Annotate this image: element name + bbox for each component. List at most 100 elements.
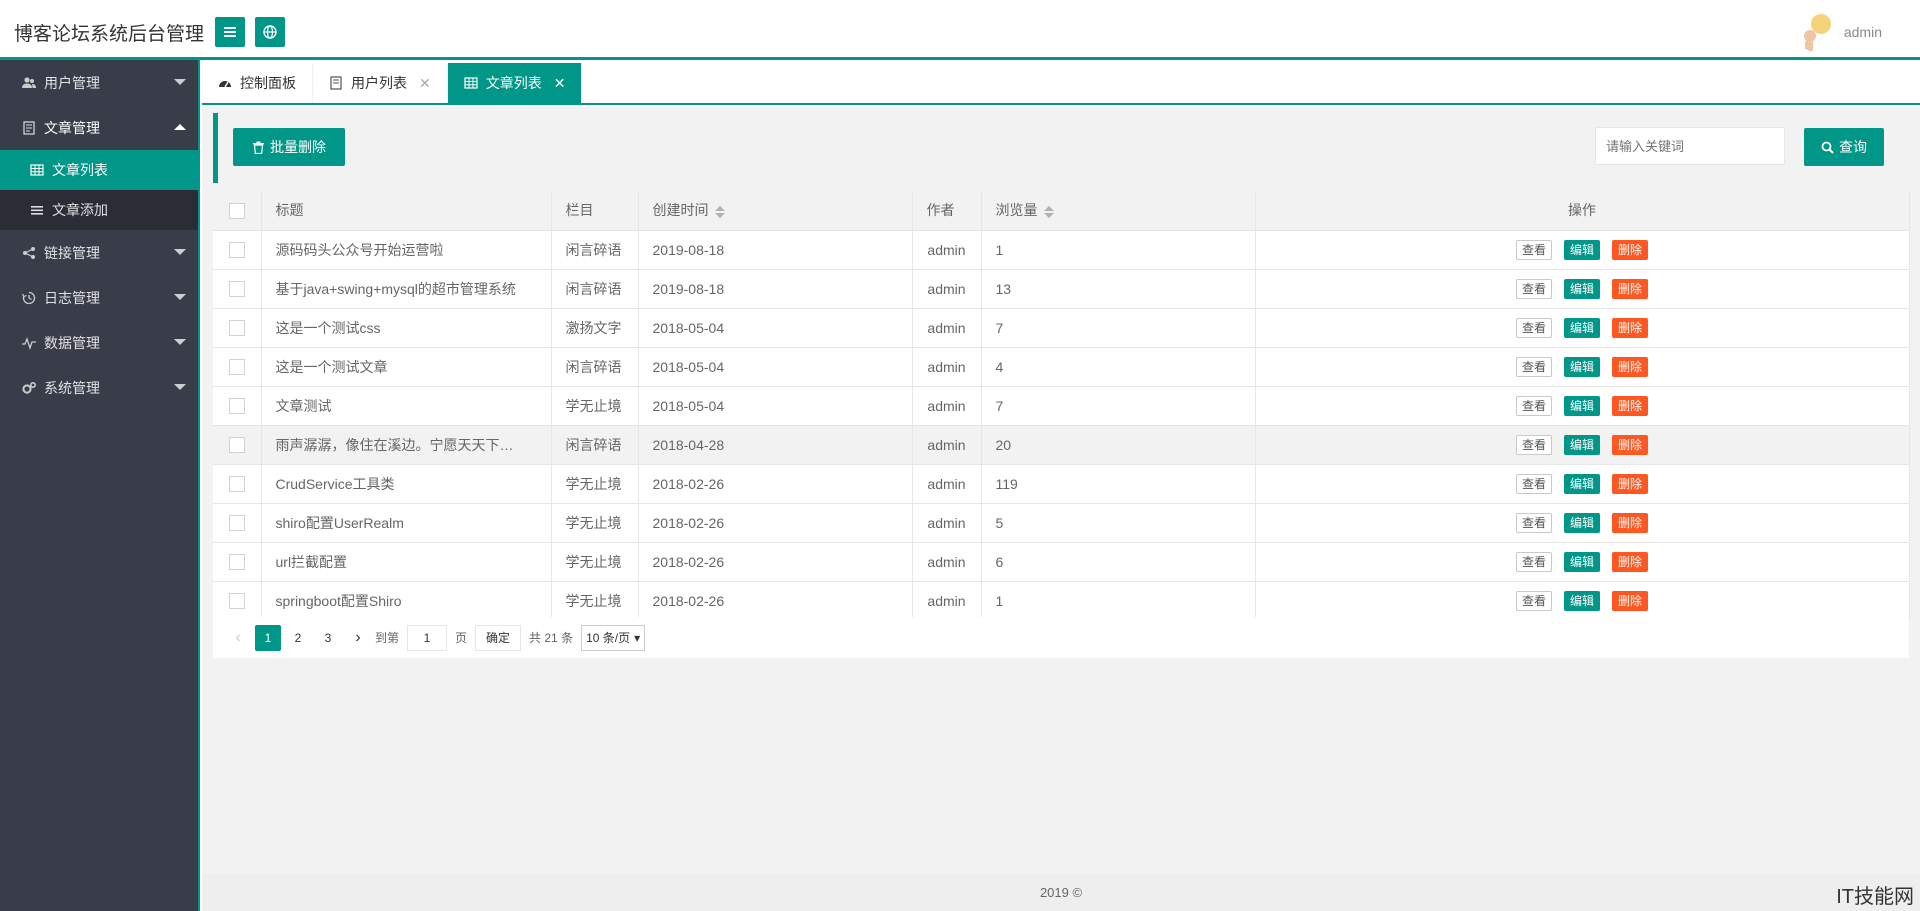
delete-button[interactable]: 删除 xyxy=(1612,512,1649,533)
row-checkbox[interactable] xyxy=(228,515,245,532)
view-button[interactable]: 查看 xyxy=(1515,239,1552,260)
tab-user-list[interactable]: 用户列表 ✕ xyxy=(313,63,448,103)
edit-button[interactable]: 编辑 xyxy=(1563,590,1600,611)
cell-created: 2018-02-26 xyxy=(638,581,913,621)
row-checkbox[interactable] xyxy=(228,593,245,610)
tab-article-list[interactable]: 文章列表 ✕ xyxy=(447,63,583,103)
sort-icon[interactable] xyxy=(714,205,725,218)
view-button[interactable]: 查看 xyxy=(1515,473,1552,494)
row-checkbox[interactable] xyxy=(228,476,245,493)
sidebar-item-articles[interactable]: 文章管理 xyxy=(0,105,198,150)
sidebar-item-article-list[interactable]: 文章列表 xyxy=(0,150,198,190)
page-button-1[interactable]: 1 xyxy=(255,624,281,651)
row-checkbox[interactable] xyxy=(228,398,245,415)
delete-button[interactable]: 删除 xyxy=(1612,590,1649,611)
row-select-cell xyxy=(213,542,262,582)
total-count: 共 21 条 xyxy=(529,631,574,645)
goto-confirm-button[interactable]: 确定 xyxy=(475,624,522,651)
select-all-checkbox[interactable] xyxy=(228,202,245,219)
app-title: 博客论坛系统后台管理 xyxy=(14,24,205,45)
submenu-articles: 文章列表 文章添加 xyxy=(0,150,198,230)
cell-views: 7 xyxy=(981,308,1256,348)
edit-button[interactable]: 编辑 xyxy=(1563,551,1600,572)
article-table: 标题 栏目 创建时间 作者 浏览量 操作 源码码头公众号开始运营啦 闲言碎语 201… xyxy=(213,191,1910,621)
cell-views: 5 xyxy=(981,503,1256,543)
sort-icon[interactable] xyxy=(1043,205,1054,218)
cell-column: 学无止境 xyxy=(551,464,639,504)
close-icon[interactable]: ✕ xyxy=(419,75,431,92)
next-page-icon[interactable]: › xyxy=(345,625,371,651)
menu-toggle-button[interactable] xyxy=(215,17,245,47)
table-row: 文章测试 学无止境 2018-05-04 admin 7 查看 编辑 删除 xyxy=(213,386,1910,426)
page-button-2[interactable]: 2 xyxy=(285,625,311,651)
view-button[interactable]: 查看 xyxy=(1515,551,1552,572)
row-select-cell xyxy=(213,230,262,270)
search-input[interactable] xyxy=(1595,127,1785,165)
edit-button[interactable]: 编辑 xyxy=(1563,356,1600,377)
sidebar-item-system[interactable]: 系统管理 xyxy=(0,365,198,410)
search-button[interactable]: 查询 xyxy=(1804,128,1884,166)
delete-button[interactable]: 删除 xyxy=(1612,395,1649,416)
page-size-select[interactable]: 10 条/页 ▾ xyxy=(581,624,646,651)
edit-button[interactable]: 编辑 xyxy=(1563,239,1600,260)
sidebar-item-users[interactable]: 用户管理 xyxy=(0,60,198,105)
log-icon xyxy=(22,291,36,305)
cell-views: 7 xyxy=(981,386,1256,426)
edit-button[interactable]: 编辑 xyxy=(1563,512,1600,533)
view-button[interactable]: 查看 xyxy=(1515,278,1552,299)
edit-button[interactable]: 编辑 xyxy=(1563,278,1600,299)
close-icon[interactable]: ✕ xyxy=(554,75,566,92)
row-select-cell xyxy=(213,464,262,504)
delete-button[interactable]: 删除 xyxy=(1612,317,1649,338)
cell-column: 学无止境 xyxy=(551,542,639,582)
tab-label: 控制面板 xyxy=(240,75,296,91)
delete-button[interactable]: 删除 xyxy=(1612,356,1649,377)
batch-delete-button[interactable]: 批量删除 xyxy=(233,128,345,166)
view-button[interactable]: 查看 xyxy=(1515,434,1552,455)
row-checkbox[interactable] xyxy=(228,320,245,337)
view-button[interactable]: 查看 xyxy=(1515,356,1552,377)
delete-button[interactable]: 删除 xyxy=(1612,473,1649,494)
sidebar-item-links[interactable]: 链接管理 xyxy=(0,230,198,275)
sidebar-item-article-add[interactable]: 文章添加 xyxy=(0,190,198,230)
row-checkbox[interactable] xyxy=(228,437,245,454)
dashboard-icon xyxy=(218,76,232,90)
view-button[interactable]: 查看 xyxy=(1515,512,1552,533)
sidebar-item-data[interactable]: 数据管理 xyxy=(0,320,198,365)
tab-dashboard[interactable]: 控制面板 xyxy=(202,63,313,103)
row-checkbox[interactable] xyxy=(228,554,245,571)
users-icon xyxy=(22,76,36,90)
cell-author: admin xyxy=(912,230,982,270)
delete-button[interactable]: 删除 xyxy=(1612,551,1649,572)
edit-button[interactable]: 编辑 xyxy=(1563,434,1600,455)
cell-author: admin xyxy=(912,542,982,582)
website-button[interactable] xyxy=(255,17,285,47)
goto-page-input[interactable]: 1 xyxy=(407,624,448,651)
edit-button[interactable]: 编辑 xyxy=(1563,473,1600,494)
cell-views: 20 xyxy=(981,425,1256,465)
user-menu[interactable]: admin xyxy=(1796,12,1882,52)
delete-button[interactable]: 删除 xyxy=(1612,434,1649,455)
row-select-cell xyxy=(213,386,262,426)
row-checkbox[interactable] xyxy=(228,281,245,298)
sidebar-item-logs[interactable]: 日志管理 xyxy=(0,275,198,320)
edit-button[interactable]: 编辑 xyxy=(1563,317,1600,338)
header-created[interactable]: 创建时间 xyxy=(638,191,913,231)
chevron-down-icon: ▾ xyxy=(634,630,641,645)
row-checkbox[interactable] xyxy=(228,359,245,376)
header-views[interactable]: 浏览量 xyxy=(981,191,1256,231)
prev-page-icon[interactable]: ‹ xyxy=(225,625,251,651)
table-row: 源码码头公众号开始运营啦 闲言碎语 2019-08-18 admin 1 查看 编辑 删除 xyxy=(213,230,1910,270)
delete-button[interactable]: 删除 xyxy=(1612,278,1649,299)
username: admin xyxy=(1843,24,1882,40)
cell-author: admin xyxy=(912,503,982,543)
view-button[interactable]: 查看 xyxy=(1515,317,1552,338)
edit-button[interactable]: 编辑 xyxy=(1563,395,1600,416)
chart-icon xyxy=(22,336,36,350)
cell-title: 这是一个测试文章 xyxy=(261,347,552,387)
view-button[interactable]: 查看 xyxy=(1515,590,1552,611)
delete-button[interactable]: 删除 xyxy=(1612,239,1649,260)
page-button-3[interactable]: 3 xyxy=(315,625,341,651)
row-checkbox[interactable] xyxy=(228,242,245,259)
view-button[interactable]: 查看 xyxy=(1515,395,1552,416)
